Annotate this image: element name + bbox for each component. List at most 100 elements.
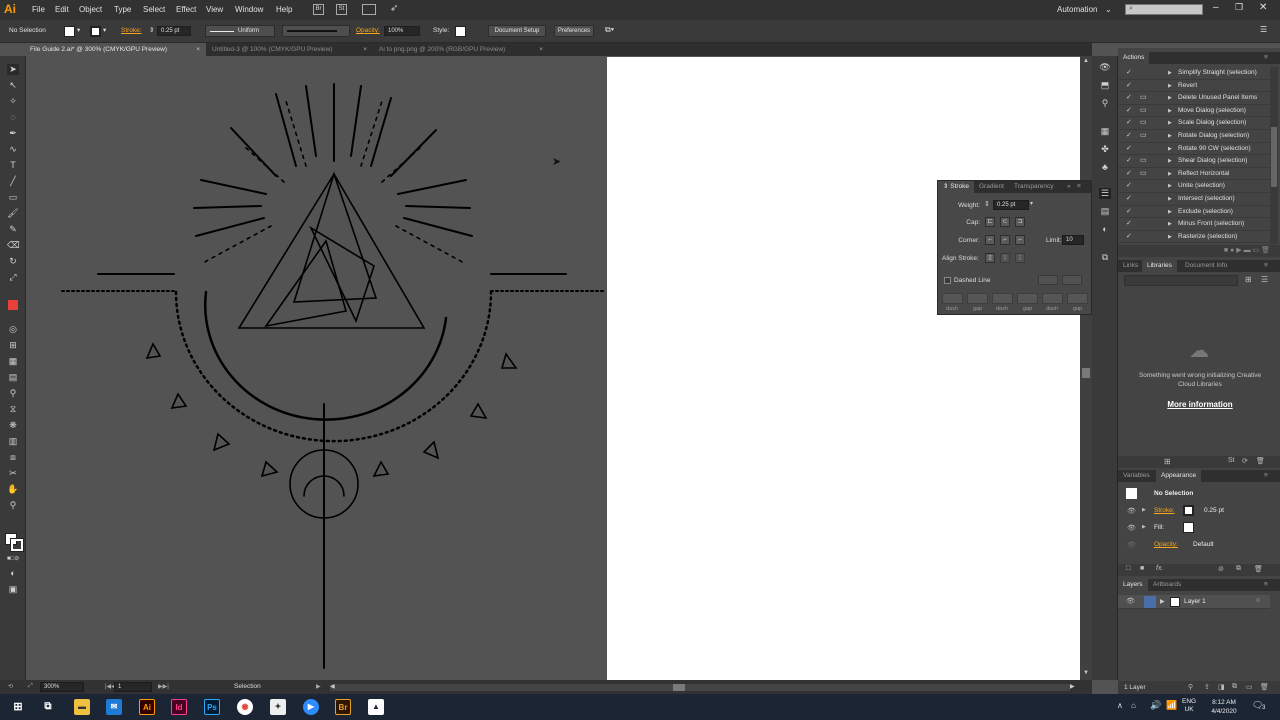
menu-edit[interactable]: Edit xyxy=(55,5,69,14)
tab-untitled-3[interactable]: Untitled-3 @ 100% (CMYK/GPU Preview) × xyxy=(208,43,371,56)
perspective-grid-tool-icon[interactable]: ⊞ xyxy=(7,340,19,351)
expand-triangle-icon[interactable]: ▶ xyxy=(1168,206,1172,218)
chevron-down-icon[interactable]: ▾ xyxy=(77,26,80,34)
trash-icon[interactable]: 🗑 xyxy=(1254,565,1263,573)
projecting-cap-icon[interactable]: ⊐ xyxy=(1015,217,1025,227)
selection-tool-icon[interactable]: ➤ xyxy=(7,64,19,75)
bridge-icon[interactable]: Br xyxy=(313,4,324,15)
new-stroke-icon[interactable]: □ xyxy=(1126,565,1130,572)
outlook-icon[interactable]: ✉ xyxy=(106,699,122,715)
gradient-panel-icon[interactable]: ▤ xyxy=(1099,206,1111,217)
new-fill-icon[interactable]: ■ xyxy=(1140,565,1144,572)
dash-field-3[interactable] xyxy=(1042,293,1063,304)
more-information-link[interactable]: More information xyxy=(1138,400,1262,409)
export-icon[interactable]: ⇪ xyxy=(1204,683,1210,691)
navigator-icon[interactable]: ⚲ xyxy=(1099,98,1111,109)
artboard-number-field[interactable]: 1 xyxy=(114,682,152,692)
properties-icon[interactable]: 👁 xyxy=(1099,62,1111,73)
mesh-tool-icon[interactable]: ▦ xyxy=(7,356,19,367)
collapse-icon[interactable]: » xyxy=(1062,181,1076,193)
scroll-left-icon[interactable]: ◀ xyxy=(330,683,335,690)
expand-triangle-icon[interactable]: ▶ xyxy=(1168,92,1172,104)
weight-field[interactable]: 0.25 pt xyxy=(993,200,1029,210)
expand-triangle-icon[interactable]: ▶ xyxy=(1168,168,1172,180)
tab-variables[interactable]: Variables xyxy=(1118,470,1155,482)
search-input[interactable]: ⌕ xyxy=(1125,4,1203,15)
close-icon[interactable]: × xyxy=(363,43,367,56)
zoom-level-field[interactable]: 300% xyxy=(40,682,84,692)
expand-triangle-icon[interactable]: ▶ xyxy=(1168,231,1172,243)
toggle-item-checkmark-icon[interactable]: ✓ xyxy=(1126,130,1132,142)
tab-file-guide[interactable]: File Guide 2.ai* @ 300% (CMYK/GPU Previe… xyxy=(26,43,206,56)
scroll-up-icon[interactable]: ▲ xyxy=(1083,58,1089,64)
layer-row[interactable]: 👁 ▶ Layer 1 ○ xyxy=(1118,595,1270,609)
stroke-panel-icon[interactable]: ☰ xyxy=(1099,188,1111,199)
align-outside-icon[interactable]: ▯ xyxy=(1015,253,1025,263)
trash-icon[interactable]: 🗑 xyxy=(1256,457,1265,465)
menu-help[interactable]: Help xyxy=(276,5,292,14)
brushes-icon[interactable]: ✤ xyxy=(1099,144,1111,155)
stepper-icon[interactable]: ⇕ xyxy=(984,200,990,208)
scroll-down-icon[interactable]: ▼ xyxy=(1083,670,1089,676)
visibility-eye-icon[interactable]: 👁 xyxy=(1127,541,1136,549)
task-view-icon[interactable]: ⧉ xyxy=(40,699,56,715)
toggle-item-checkmark-icon[interactable]: ✓ xyxy=(1126,193,1132,205)
scrollbar-thumb[interactable] xyxy=(1082,368,1090,378)
toggle-item-checkmark-icon[interactable]: ✓ xyxy=(1126,80,1132,92)
stop-icon[interactable]: ■ xyxy=(1224,247,1228,254)
scroll-right-icon[interactable]: ▶ xyxy=(1070,683,1075,690)
action-item[interactable]: ✓ ▶ Rotate 90 CW (selection) xyxy=(1118,143,1270,156)
pen-tool-icon[interactable]: ✒ xyxy=(7,128,19,139)
vertical-scrollbar[interactable]: ▲ ▼ xyxy=(1080,56,1092,680)
opacity-label-link[interactable]: Opacity: xyxy=(356,27,380,34)
layer-name[interactable]: Layer 1 xyxy=(1184,598,1206,605)
scrollbar-thumb[interactable] xyxy=(673,684,685,691)
network-icon[interactable]: ⌂ xyxy=(1131,701,1136,710)
align-inside-icon[interactable]: ▯ xyxy=(1000,253,1010,263)
close-icon[interactable]: × xyxy=(196,43,200,56)
visibility-eye-icon[interactable]: 👁 xyxy=(1126,597,1135,605)
menu-window[interactable]: Window xyxy=(235,5,263,14)
draw-mode-icon[interactable]: ◐ xyxy=(7,568,19,579)
curvature-tool-icon[interactable]: ∿ xyxy=(7,144,19,155)
expand-triangle-icon[interactable]: ▶ xyxy=(1168,143,1172,155)
eraser-tool-icon[interactable]: ⌫ xyxy=(7,240,20,251)
dash-exact-icon[interactable] xyxy=(1038,275,1058,285)
tab-ai-to-png[interactable]: Ai to png.png @ 200% (RGB/GPU Preview) × xyxy=(375,43,547,56)
toggle-item-checkmark-icon[interactable]: ✓ xyxy=(1126,92,1132,104)
trash-icon[interactable]: 🗑 xyxy=(1260,683,1269,691)
artwork-sacred-geometry[interactable] xyxy=(26,56,1080,680)
round-join-icon[interactable]: ⌐ xyxy=(1000,235,1010,245)
symbol-sprayer-tool-icon[interactable]: ❋ xyxy=(7,420,19,431)
workspace-switcher[interactable]: Automation xyxy=(1057,5,1097,14)
panel-menu-icon[interactable]: ≡ xyxy=(1264,579,1268,591)
input-language[interactable]: ENG UK xyxy=(1182,698,1196,714)
dialog-toggle-icon[interactable]: ▭ xyxy=(1140,130,1147,142)
status-menu-icon[interactable]: ▶ xyxy=(316,683,321,690)
chrome-icon[interactable]: ◉ xyxy=(237,699,253,715)
stroke-label-link[interactable]: Stroke: xyxy=(121,27,142,34)
expand-triangle-icon[interactable]: ▶ xyxy=(1168,193,1172,205)
tab-transparency[interactable]: Transparency xyxy=(1009,181,1059,193)
gpu-rocket-icon[interactable]: ➶ xyxy=(390,3,398,14)
action-item[interactable]: ✓ ▭ ▶ Rotate Dialog (selection) xyxy=(1118,130,1270,143)
document-setup-button[interactable]: Document Setup xyxy=(488,25,546,37)
shape-builder-tool-icon[interactable]: ◎ xyxy=(7,324,19,335)
chevron-down-icon[interactable]: ▾ xyxy=(1030,200,1033,207)
show-hidden-icons-icon[interactable]: ∧ xyxy=(1117,701,1123,710)
column-graph-tool-icon[interactable]: ▥ xyxy=(7,436,19,447)
windows-start-icon[interactable]: ⊞ xyxy=(10,699,26,715)
chevron-down-icon[interactable]: ▾ xyxy=(103,26,106,34)
indesign-icon[interactable]: Id xyxy=(171,699,187,715)
dialog-toggle-icon[interactable]: ▭ xyxy=(1140,168,1147,180)
minimize-icon[interactable]: – xyxy=(1213,2,1219,13)
expand-triangle-icon[interactable]: ▶ xyxy=(1168,130,1172,142)
panel-menu-icon[interactable]: ≡ xyxy=(1077,181,1081,193)
gap-field-1[interactable] xyxy=(967,293,988,304)
illustrator-icon[interactable]: Ai xyxy=(139,699,155,715)
action-item[interactable]: ✓ ▶ Rasterize (selection) xyxy=(1118,231,1270,244)
dash-align-icon[interactable] xyxy=(1062,275,1082,285)
library-dropdown[interactable] xyxy=(1124,275,1238,286)
new-action-icon[interactable]: ▭ xyxy=(1253,247,1260,254)
toggle-item-checkmark-icon[interactable]: ✓ xyxy=(1126,180,1132,192)
